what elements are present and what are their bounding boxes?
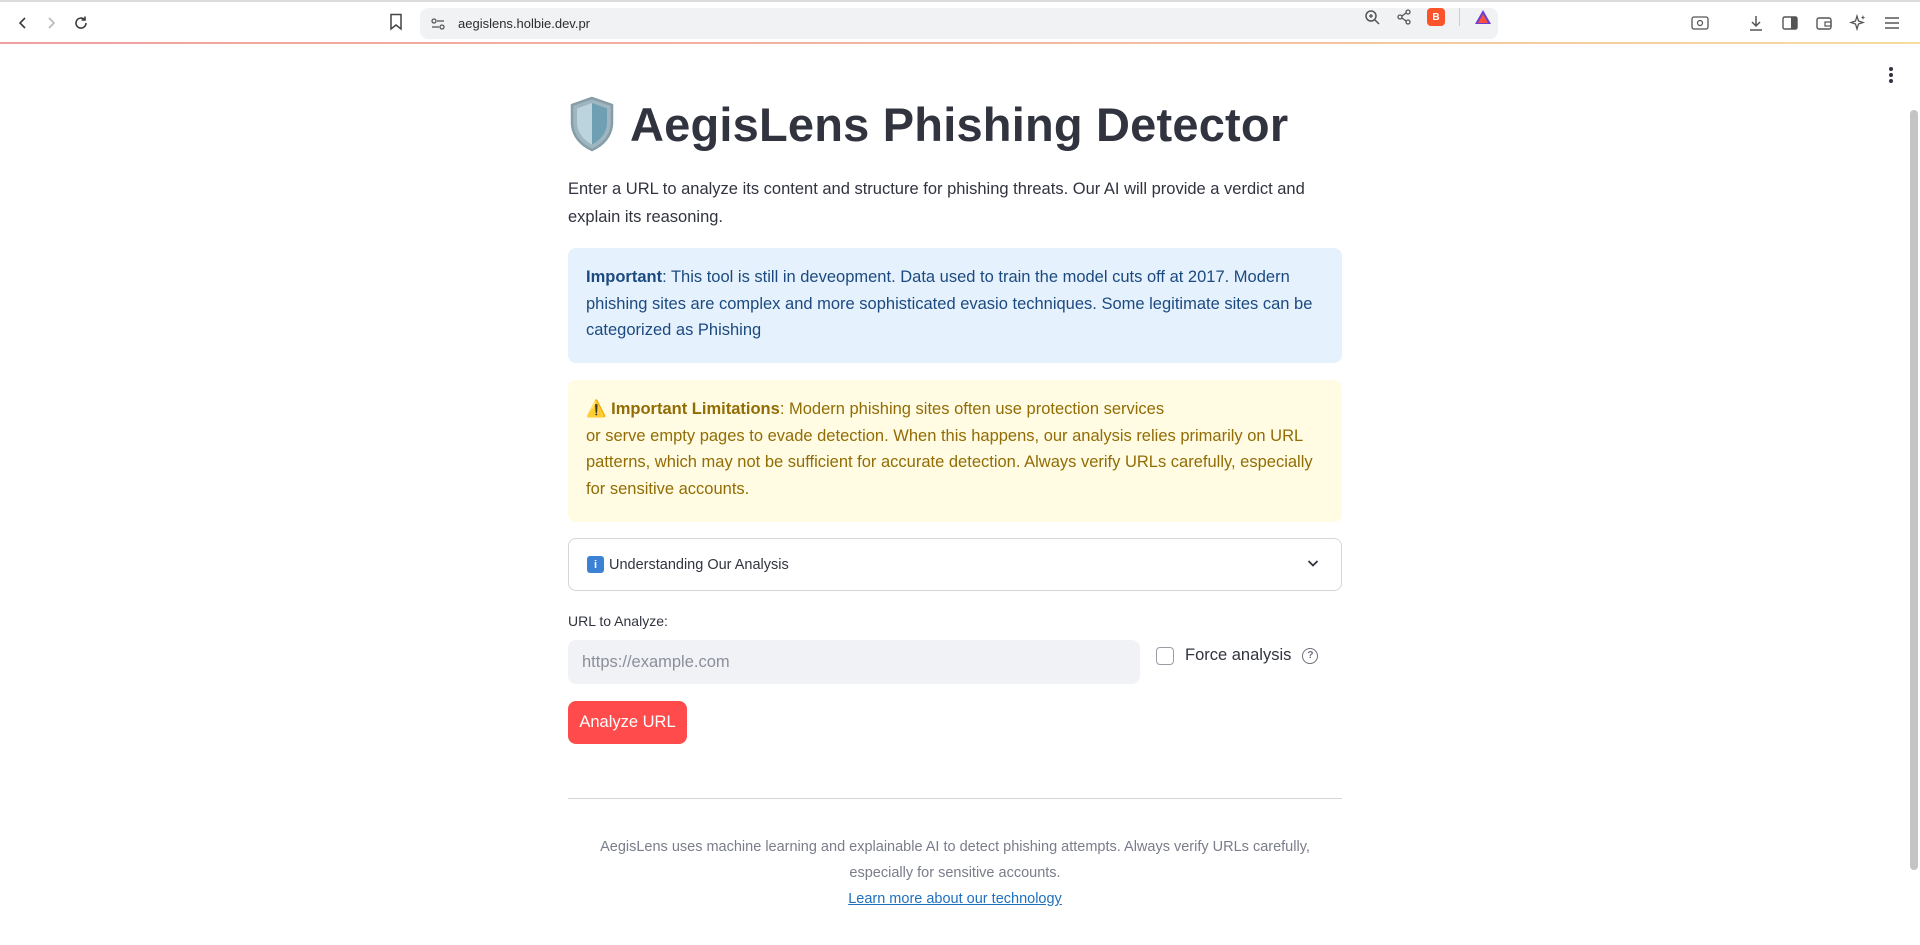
info-alert-bold: Important	[586, 268, 663, 286]
brave-shields-icon[interactable]: B	[1427, 8, 1445, 26]
address-bar-actions: B	[1363, 8, 1492, 26]
footer: AegisLens uses machine learning and expl…	[568, 834, 1342, 912]
info-alert-text: : This tool is still in deveopment. Data…	[586, 268, 1313, 339]
toolbar-spacer	[1724, 13, 1732, 33]
info-icon: i	[587, 556, 604, 573]
toolbar-separator	[1459, 8, 1460, 26]
intro-text: Enter a URL to analyze its content and s…	[568, 180, 1305, 226]
url-field-label: URL to Analyze:	[568, 613, 668, 629]
chevron-left-icon	[18, 17, 26, 29]
page-scrollbar[interactable]	[1910, 110, 1918, 870]
browser-right-tools	[1690, 13, 1902, 33]
analyze-url-button[interactable]: Analyze URL	[568, 701, 687, 744]
understanding-analysis-expander[interactable]: i Understanding Our Analysis	[568, 538, 1342, 591]
tab-search-icon[interactable]	[1690, 13, 1710, 33]
page-heading: AegisLens Phishing Detector	[630, 97, 1289, 151]
app-page: AegisLens Phishing Detector Enter a URL …	[0, 44, 1920, 945]
brave-rewards-icon[interactable]	[1474, 8, 1492, 26]
wallet-icon[interactable]	[1814, 13, 1834, 33]
reload-button[interactable]	[70, 12, 92, 34]
back-button[interactable]	[12, 12, 34, 34]
more-vertical-icon	[1889, 67, 1893, 83]
footer-divider	[568, 798, 1342, 799]
address-bar[interactable]: aegislens.holbie.dev.pr	[420, 8, 1498, 39]
warning-alert-line2: or serve empty pages to evade detection.…	[586, 426, 1313, 498]
app-menu-button[interactable]	[1888, 66, 1894, 89]
expander-label: Understanding Our Analysis	[609, 556, 789, 573]
bookmark-icon	[390, 13, 402, 31]
url-input[interactable]	[568, 640, 1140, 684]
leo-ai-icon[interactable]	[1848, 13, 1868, 33]
reload-icon	[75, 16, 87, 29]
force-analysis-control: Force analysis ?	[1156, 646, 1319, 665]
info-alert: Important: This tool is still in deveopm…	[568, 248, 1342, 363]
footer-text: AegisLens uses machine learning and expl…	[600, 839, 1310, 881]
learn-more-link[interactable]: Learn more about our technology	[848, 891, 1062, 907]
browser-toolbar: aegislens.holbie.dev.pr B	[0, 0, 1920, 43]
bookmark-button[interactable]	[388, 13, 404, 36]
shield-icon	[570, 96, 614, 152]
site-settings-icon[interactable]	[430, 16, 446, 32]
warning-alert-bold: Important Limitations	[611, 400, 780, 418]
menu-icon[interactable]	[1882, 13, 1902, 33]
share-icon[interactable]	[1395, 8, 1413, 26]
warning-alert-line1: : Modern phishing sites often use protec…	[779, 400, 1165, 418]
sidebar-icon[interactable]	[1780, 13, 1800, 33]
chevron-down-icon	[1307, 560, 1319, 567]
help-icon[interactable]: ?	[1302, 647, 1319, 664]
force-analysis-checkbox[interactable]	[1156, 646, 1174, 665]
warning-alert: ⚠️ Important Limitations: Modern phishin…	[568, 380, 1342, 522]
warning-icon: ⚠️	[586, 400, 607, 418]
zoom-icon[interactable]	[1363, 8, 1381, 26]
chevron-right-icon	[48, 17, 56, 29]
force-analysis-label[interactable]: Force analysis	[1185, 646, 1291, 665]
url-text[interactable]: aegislens.holbie.dev.pr	[458, 16, 590, 31]
page-title: AegisLens Phishing Detector	[568, 96, 1288, 152]
download-icon[interactable]	[1746, 13, 1766, 33]
forward-button[interactable]	[40, 12, 62, 34]
